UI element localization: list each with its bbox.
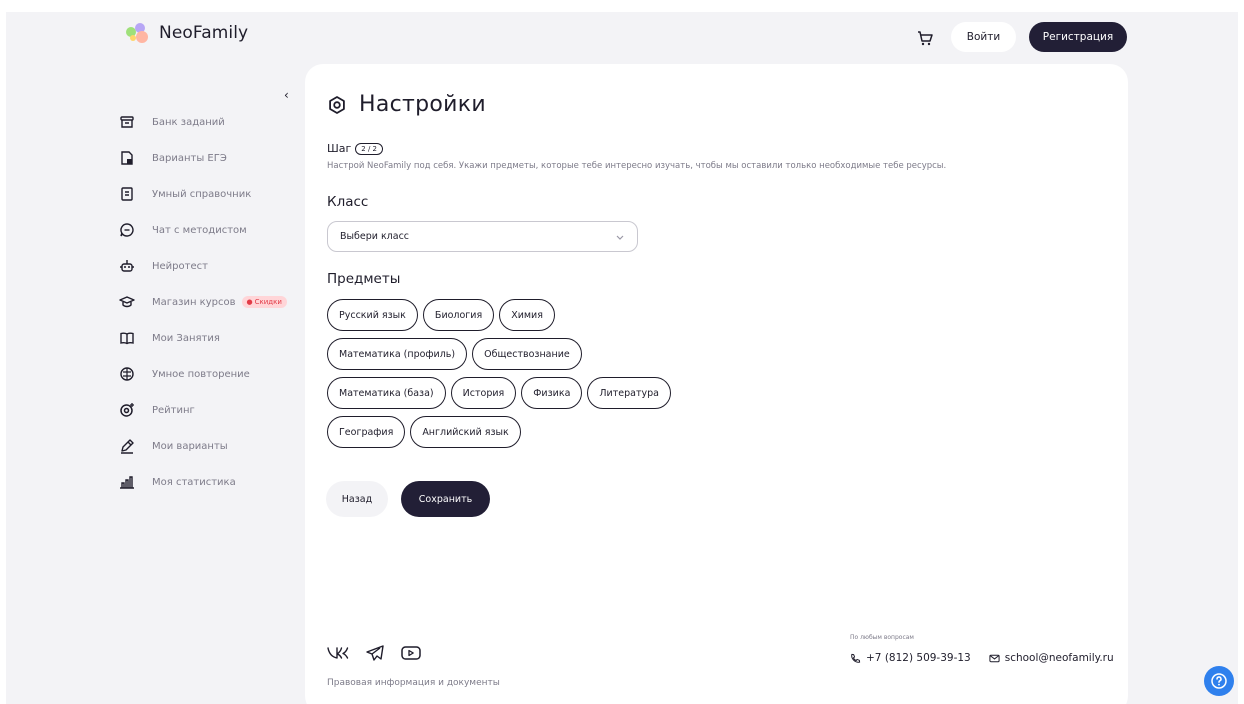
email-address: school@neofamily.ru (1004, 652, 1114, 664)
phone-link[interactable]: +7 (812) 509-39-13 (850, 652, 971, 664)
page-header: Настройки (327, 92, 486, 117)
class-heading: Класс (327, 194, 369, 210)
subject-chip-russian[interactable]: Русский язык (327, 299, 418, 331)
subject-chip-literature[interactable]: Литература (587, 377, 671, 409)
subject-chip-history[interactable]: История (450, 377, 517, 409)
question-icon (1211, 673, 1227, 689)
sidebar: Банк заданий Варианты ЕГЭ Умный справочн… (118, 104, 298, 500)
sidebar-item-label: Банк заданий (152, 116, 225, 128)
settings-description: Настрой NeoFamily под себя. Укажи предме… (327, 161, 947, 171)
logo[interactable]: NeoFamily (123, 22, 248, 44)
chip-row: Математика (профиль) Обществознание (327, 338, 747, 370)
phone-number: +7 (812) 509-39-13 (866, 652, 971, 664)
mail-icon (989, 654, 1000, 662)
login-button[interactable]: Войти (951, 22, 1016, 52)
legal-link[interactable]: Правовая информация и документы (327, 678, 500, 688)
subject-chip-physics[interactable]: Физика (521, 377, 583, 409)
sidebar-item-label: Мои Занятия (152, 332, 220, 344)
book-icon (118, 185, 136, 203)
archive-icon (118, 113, 136, 131)
sidebar-item-label: Магазин курсов (152, 296, 236, 308)
subject-chip-geography[interactable]: География (327, 416, 406, 448)
sidebar-item-neurotest[interactable]: Нейротест (118, 248, 298, 284)
sidebar-item-course-shop[interactable]: Магазин курсов ● Скидки (118, 284, 298, 320)
chat-icon (118, 221, 136, 239)
subject-chip-chemistry[interactable]: Химия (499, 299, 555, 331)
chip-row: География Английский язык (327, 416, 747, 448)
pencil-icon (118, 437, 136, 455)
step-label: Шаг (327, 142, 352, 155)
sidebar-item-my-variants[interactable]: Мои варианты (118, 428, 298, 464)
page-title: Настройки (359, 92, 486, 117)
class-select-value: Выбери класс (340, 231, 410, 242)
app-frame: NeoFamily Войти Регистрация ‹ Банк задан… (6, 12, 1238, 704)
document-edit-icon (118, 149, 136, 167)
chip-row: Русский язык Биология Химия (327, 299, 747, 331)
step-badge: 2 / 2 (355, 142, 384, 155)
chip-row: Математика (база) История Физика Литерат… (327, 377, 747, 409)
subjects-heading: Предметы (327, 271, 401, 287)
sidebar-item-task-bank[interactable]: Банк заданий (118, 104, 298, 140)
save-button[interactable]: Сохранить (401, 481, 490, 517)
sidebar-item-label: Умное повторение (152, 368, 250, 380)
sidebar-item-label: Варианты ЕГЭ (152, 152, 227, 164)
any-questions-label: По любым вопросам (850, 634, 914, 641)
contacts: +7 (812) 509-39-13 school@neofamily.ru (850, 652, 1114, 664)
sidebar-item-my-stats[interactable]: Моя статистика (118, 464, 298, 500)
sidebar-collapse-icon[interactable]: ‹ (284, 88, 289, 102)
sidebar-item-smart-repeat[interactable]: Умное повторение (118, 356, 298, 392)
graduation-cap-icon (118, 293, 136, 311)
sidebar-item-label: Чат с методистом (152, 224, 247, 236)
sidebar-item-rating[interactable]: Рейтинг (118, 392, 298, 428)
bar-chart-icon (118, 473, 136, 491)
register-button[interactable]: Регистрация (1029, 22, 1127, 52)
phone-icon (851, 653, 861, 663)
sidebar-item-label: Нейротест (152, 260, 208, 272)
help-button[interactable] (1204, 666, 1234, 696)
logo-text: NeoFamily (159, 23, 249, 43)
sidebar-item-smart-reference[interactable]: Умный справочник (118, 176, 298, 212)
back-button[interactable]: Назад (326, 481, 388, 517)
sidebar-item-label: Моя статистика (152, 476, 236, 488)
subjects-chips: Русский язык Биология Химия Математика (… (327, 299, 747, 455)
settings-card: Настройки Шаг 2 / 2 Настрой NeoFamily по… (305, 64, 1128, 704)
discount-badge: ● Скидки (241, 296, 287, 308)
email-link[interactable]: school@neofamily.ru (989, 652, 1114, 664)
class-select[interactable]: Выбери класс (327, 221, 638, 252)
chevron-down-icon (616, 235, 624, 240)
logo-icon (126, 23, 148, 43)
discount-badge-label: Скидки (254, 298, 282, 306)
rating-icon (118, 401, 136, 419)
sidebar-item-ege-variants[interactable]: Варианты ЕГЭ (118, 140, 298, 176)
subject-chip-social-studies[interactable]: Обществознание (472, 338, 582, 370)
youtube-icon[interactable] (401, 645, 421, 661)
robot-icon (118, 257, 136, 275)
sidebar-item-label: Умный справочник (152, 188, 252, 200)
open-book-icon (118, 329, 136, 347)
telegram-icon[interactable] (365, 644, 385, 662)
sidebar-item-my-lessons[interactable]: Мои Занятия (118, 320, 298, 356)
sidebar-item-label: Мои варианты (152, 440, 228, 452)
sidebar-item-chat[interactable]: Чат с методистом (118, 212, 298, 248)
sidebar-item-label: Рейтинг (152, 404, 195, 416)
social-links (327, 644, 421, 662)
cart-icon[interactable] (916, 29, 934, 47)
fire-icon: ● (246, 298, 253, 306)
subject-chip-math-base[interactable]: Математика (база) (327, 377, 446, 409)
step-indicator: Шаг 2 / 2 (327, 142, 384, 155)
subject-chip-biology[interactable]: Биология (422, 299, 495, 331)
subject-chip-english[interactable]: Английский язык (410, 416, 521, 448)
settings-icon (329, 95, 345, 114)
brain-icon (118, 365, 136, 383)
subject-chip-math-profile[interactable]: Математика (профиль) (327, 338, 468, 370)
vk-icon[interactable] (327, 646, 349, 660)
